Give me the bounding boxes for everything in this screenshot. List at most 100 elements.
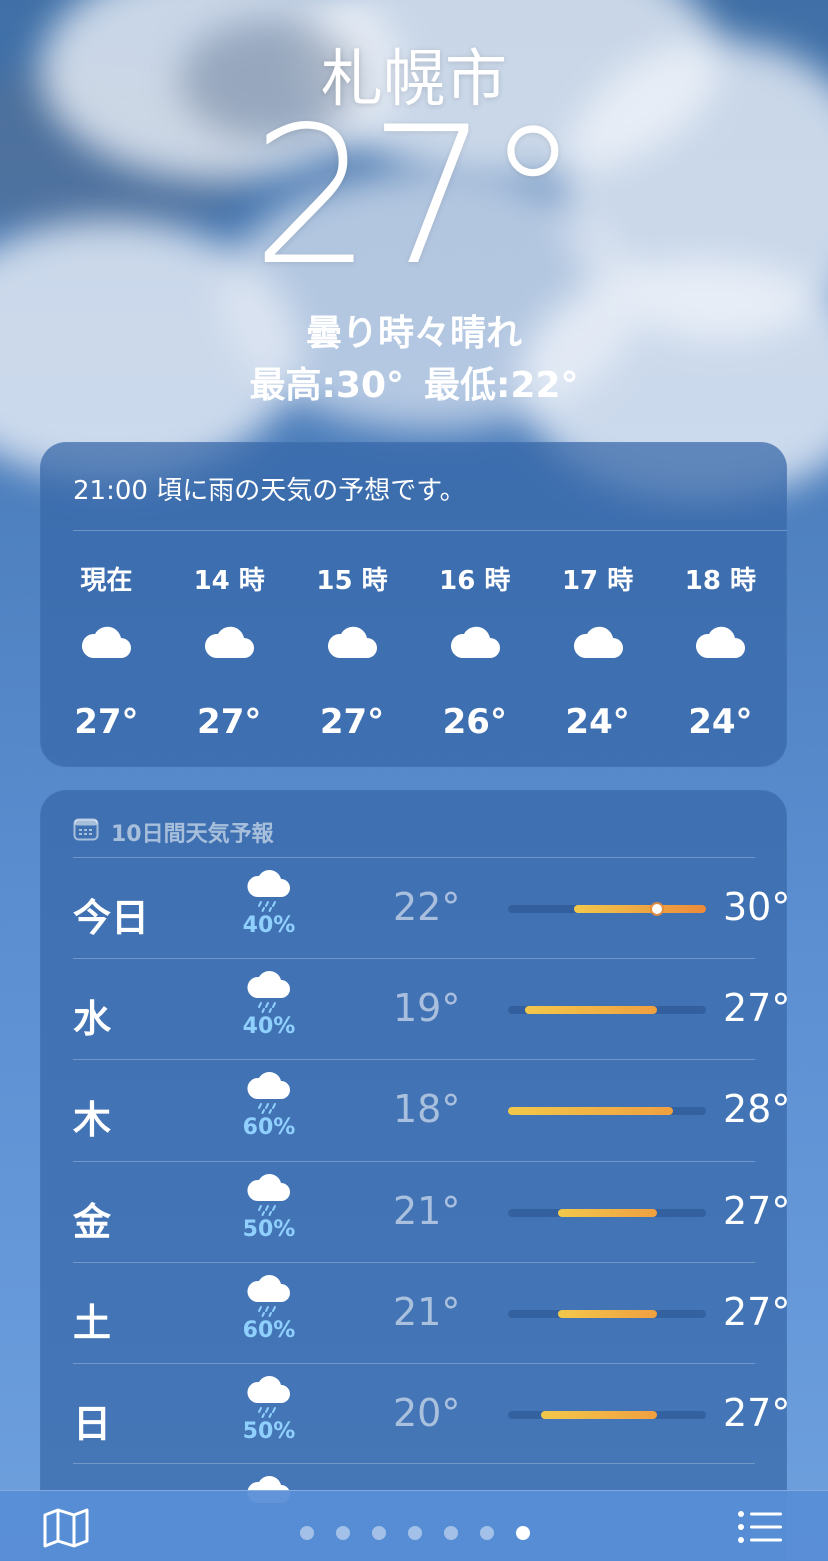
hour-label: 18 時 (684, 566, 756, 596)
day-label: 土 (73, 1300, 112, 1345)
precip-chance: 40% (242, 913, 296, 938)
row-divider (73, 1160, 755, 1162)
hour-item: 現在 27° (45, 560, 168, 742)
hour-temp: 27° (319, 702, 385, 742)
hour-item: 18 時 24° (659, 560, 782, 742)
page-dot[interactable] (372, 1526, 386, 1540)
page-indicator[interactable] (300, 1526, 530, 1540)
low-temp: 19° (393, 986, 461, 1031)
temp-range-bar (508, 1411, 706, 1419)
hourly-list[interactable]: 現在 27° 14 時 27° 15 時 27° 16 時 26° 17 時 2… (45, 560, 782, 742)
page-dot[interactable] (516, 1526, 530, 1540)
temp-range-fill (524, 1006, 657, 1015)
cloud-icon (413, 612, 536, 672)
temp-range-fill (557, 1208, 657, 1217)
row-divider (73, 958, 755, 960)
page-dot[interactable] (336, 1526, 350, 1540)
cloud-icon (168, 612, 291, 672)
high-temp: 27° (723, 986, 787, 1031)
row-divider (73, 1261, 755, 1263)
day-label: 水 (73, 997, 112, 1042)
current-temp-marker (651, 904, 662, 914)
day-row[interactable]: 土 60% 21° 27° (73, 1261, 787, 1363)
list-button[interactable] (736, 1509, 784, 1549)
day-label: 金 (73, 1199, 112, 1244)
cloud-icon (659, 612, 782, 672)
high-temp: 28° (723, 1087, 787, 1132)
hour-temp: 27° (74, 702, 139, 742)
ten-day-title-label: 10日間天気予報 (111, 822, 274, 847)
cloud-rain-icon: 60% (239, 1274, 299, 1343)
low-temp: 最低:22° (424, 365, 579, 406)
list-icon (738, 1511, 782, 1543)
high-temp: 最高:30° (249, 365, 405, 406)
page-dot[interactable] (300, 1526, 314, 1540)
row-divider (73, 857, 755, 858)
precip-chance: 60% (242, 1317, 296, 1343)
day-label: 木 (73, 1098, 112, 1143)
cloud-rain-icon: 60% (239, 1071, 299, 1140)
row-divider (73, 1363, 755, 1364)
temp-range-fill (541, 1411, 657, 1419)
low-temp: 22° (393, 885, 461, 929)
precip-chance: 60% (242, 1115, 296, 1141)
page-dot[interactable] (408, 1526, 422, 1540)
low-temp: 18° (393, 1087, 461, 1132)
page-dot[interactable] (444, 1526, 458, 1540)
high-temp: 27° (723, 1188, 787, 1233)
low-temp: 20° (393, 1391, 461, 1435)
ten-day-forecast-card[interactable]: 10日間天気予報 今日 40% 22° 30° 水 40% 19° 27° 木 60% 18° 28°… (40, 790, 787, 1560)
high-temp: 27° (723, 1289, 787, 1334)
row-divider (73, 1463, 755, 1464)
hour-label: 現在 (80, 566, 133, 596)
page-dot[interactable] (480, 1526, 494, 1540)
precip-chance: 40% (242, 1014, 296, 1040)
hour-item: 14 時 27° (168, 560, 291, 742)
divider (73, 530, 787, 531)
high-temp: 30° (723, 885, 787, 929)
cloud-rain-icon: 50% (239, 1173, 299, 1242)
day-label: 今日 (73, 896, 150, 940)
temp-range-bar (508, 1107, 706, 1116)
calendar-icon (73, 817, 99, 847)
hourly-forecast-card[interactable]: 21:00 頃に雨の天気の予想です。 現在 27° 14 時 27° 15 時 … (40, 442, 787, 767)
temp-range-fill (574, 905, 706, 913)
hour-temp: 24° (565, 702, 630, 742)
cloud-rain-icon: 40% (239, 869, 299, 938)
temp-range-fill (508, 1107, 673, 1116)
hour-temp: 27° (197, 702, 262, 742)
cloud-icon (45, 612, 168, 672)
current-temperature: 27° (251, 86, 581, 307)
ten-day-title: 10日間天気予報 (73, 816, 274, 848)
cloud-icon (291, 612, 414, 672)
hour-label: 14 時 (193, 566, 265, 596)
hour-item: 17 時 24° (536, 560, 659, 742)
cloud-rain-icon: 50% (239, 1375, 299, 1444)
precip-chance: 50% (242, 1419, 296, 1444)
day-row[interactable]: 水 40% 19° 27° (73, 958, 787, 1059)
low-temp: 21° (393, 1188, 461, 1233)
temp-range-bar (508, 904, 706, 914)
high-temp: 27° (723, 1391, 787, 1435)
cloud-icon (536, 612, 659, 672)
hour-temp: 24° (688, 702, 753, 742)
day-row[interactable]: 木 60% 18° 28° (73, 1059, 787, 1160)
hour-item: 16 時 26° (413, 560, 536, 742)
temp-range-bar (508, 1208, 706, 1217)
low-temp: 21° (393, 1289, 461, 1334)
day-row[interactable]: 今日 40% 22° 30° (73, 857, 787, 958)
temp-range-bar (508, 1309, 706, 1318)
map-button[interactable] (42, 1507, 90, 1553)
day-label: 日 (73, 1402, 112, 1446)
map-icon (43, 1508, 89, 1548)
temp-range-bar (508, 1006, 706, 1015)
temp-range-fill (557, 1309, 657, 1318)
high-low: 最高:30° 最低:22° (0, 356, 828, 408)
day-row[interactable]: 日 50% 20° 27° (73, 1363, 787, 1464)
precip-chance: 50% (242, 1216, 296, 1242)
day-row[interactable]: 金 50% 21° 27° (73, 1160, 787, 1262)
current-condition: 曇り時々晴れ (305, 313, 522, 354)
cloud-rain-icon: 40% (239, 970, 299, 1039)
hour-item: 15 時 27° (291, 560, 414, 742)
bottom-toolbar (0, 1490, 828, 1561)
